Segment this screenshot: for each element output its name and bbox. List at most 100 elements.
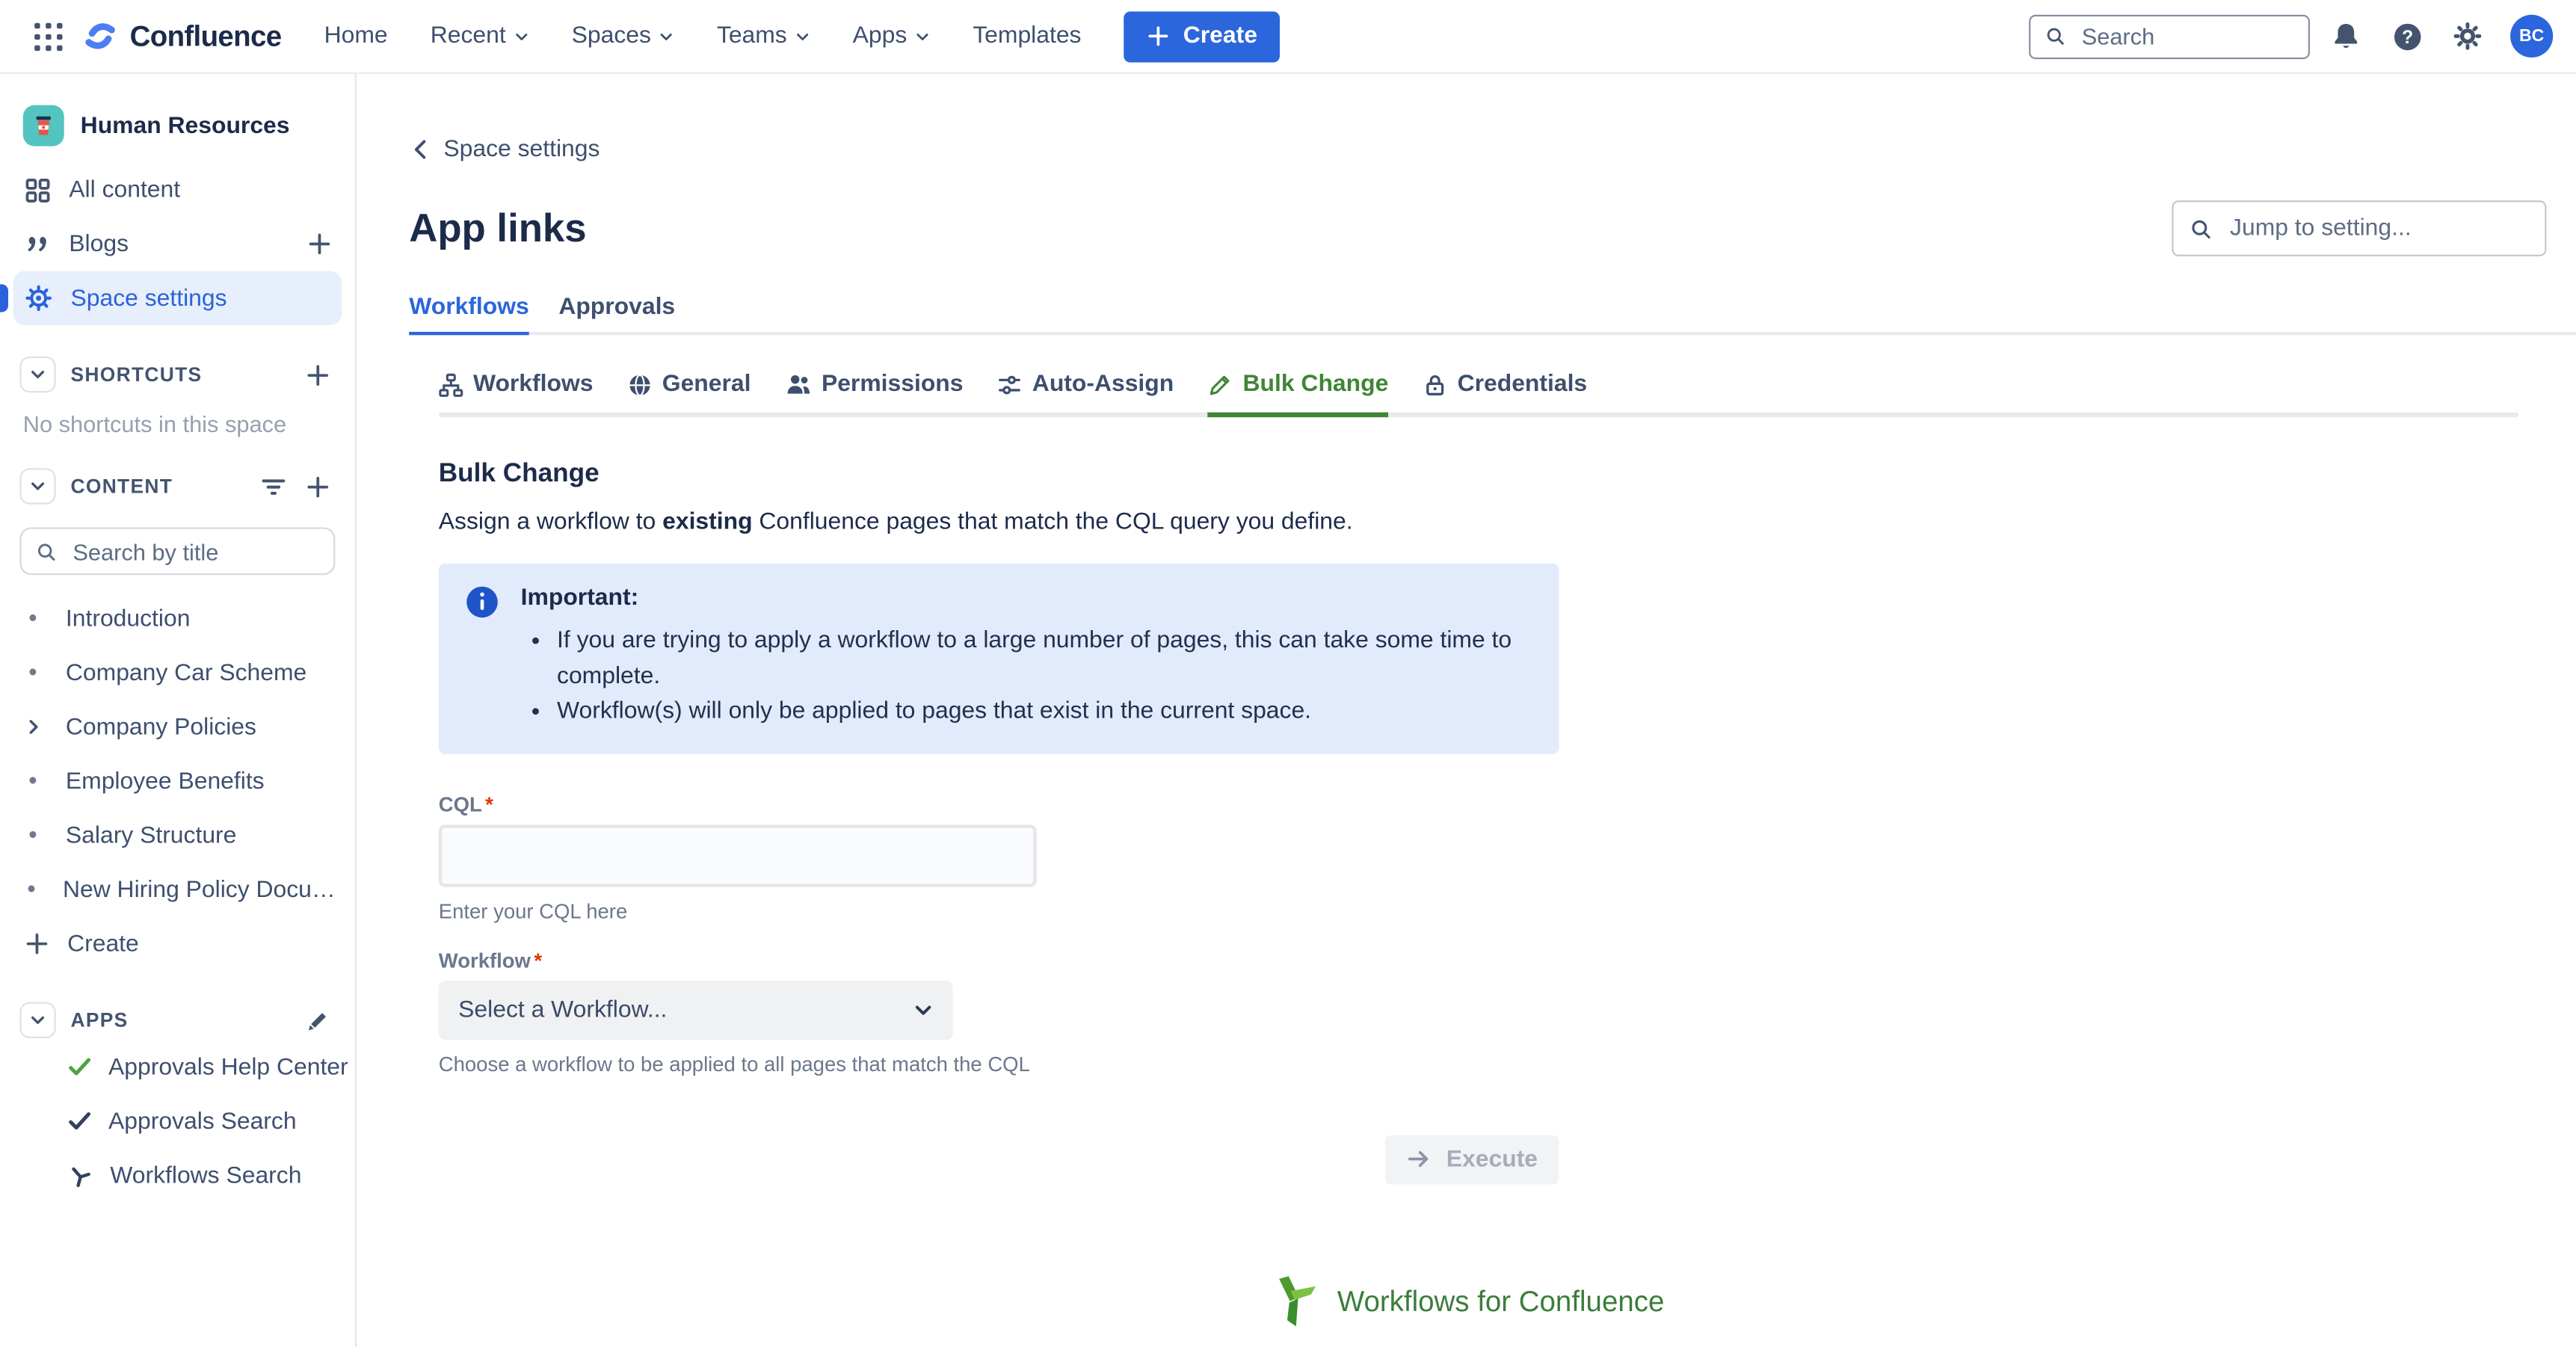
- cql-helper-text: Enter your CQL here: [439, 899, 2518, 922]
- chevron-down-icon: [30, 1012, 46, 1029]
- subtab-permissions[interactable]: Permissions: [786, 372, 964, 418]
- bullet-icon: •: [27, 878, 36, 902]
- filter-content-button[interactable]: [261, 474, 286, 499]
- cql-label: CQL*: [439, 792, 2518, 816]
- help-button[interactable]: ?: [2382, 11, 2432, 61]
- filter-icon: [261, 474, 286, 499]
- page-tree-item[interactable]: • Company Car Scheme: [0, 646, 355, 700]
- check-icon: [67, 1109, 92, 1133]
- page-tree-item[interactable]: • Employee Benefits: [0, 754, 355, 809]
- pencil-icon: [1208, 372, 1233, 397]
- search-icon: [2045, 25, 2065, 48]
- chevron-down-icon: [30, 478, 46, 495]
- sidebar-item-space-settings[interactable]: Space settings: [13, 271, 342, 326]
- sidebar-app-workflows-search[interactable]: Workflows Search: [0, 1148, 355, 1203]
- tab-approvals[interactable]: Approvals: [558, 294, 675, 335]
- space-header[interactable]: Human Resources: [0, 105, 355, 147]
- apps-section-header: APPS: [0, 1000, 355, 1040]
- page-tree-item[interactable]: • Introduction: [0, 591, 355, 646]
- space-name: Human Resources: [81, 113, 290, 139]
- nav-templates[interactable]: Templates: [973, 23, 1081, 49]
- subtab-general[interactable]: General: [628, 372, 751, 418]
- page-tree-item[interactable]: Company Policies: [0, 700, 355, 754]
- page-tree-item[interactable]: • New Hiring Policy Docum...: [0, 863, 355, 917]
- execute-button[interactable]: Execute: [1385, 1135, 1559, 1184]
- subtab-bulk-change[interactable]: Bulk Change: [1208, 372, 1388, 418]
- workflow-select[interactable]: Select a Workflow...: [439, 980, 953, 1039]
- jump-to-setting-input[interactable]: [2227, 214, 2529, 244]
- selected-indicator: [0, 284, 7, 312]
- info-icon: [465, 585, 499, 619]
- tabs-divider: [409, 331, 2576, 335]
- subtab-auto-assign[interactable]: Auto-Assign: [998, 372, 1174, 418]
- jump-to-setting-search[interactable]: [2172, 200, 2546, 256]
- confluence-logo[interactable]: Confluence: [82, 18, 282, 54]
- app-switcher-button[interactable]: [23, 11, 73, 61]
- nav-apps[interactable]: Apps: [853, 23, 930, 49]
- subtab-workflows[interactable]: Workflows: [439, 372, 594, 418]
- sidebar-create-page[interactable]: Create: [0, 916, 355, 971]
- notifications-button[interactable]: [2321, 11, 2370, 61]
- topbar-right-cluster: ? BC: [2029, 11, 2553, 61]
- bell-icon: [2332, 22, 2361, 52]
- nav-teams[interactable]: Teams: [717, 23, 810, 49]
- cql-input[interactable]: [439, 824, 1037, 887]
- main-content: Space settings App links Workflows Appro…: [357, 74, 2576, 1347]
- bullet-icon: •: [28, 769, 37, 794]
- globe-icon: [628, 372, 653, 397]
- settings-button[interactable]: [2443, 11, 2492, 61]
- global-search-input[interactable]: [2078, 22, 2293, 52]
- tab-workflows[interactable]: Workflows: [409, 294, 529, 335]
- space-nav: All content Blogs: [0, 163, 355, 326]
- page-tree-item[interactable]: • Salary Structure: [0, 808, 355, 863]
- user-avatar[interactable]: BC: [2510, 15, 2553, 58]
- app-links-tabs: Workflows Approvals: [409, 294, 2523, 335]
- search-icon: [36, 540, 56, 563]
- add-shortcut-button[interactable]: [306, 363, 330, 387]
- pencil-icon: [306, 1008, 330, 1032]
- info-title: Important:: [521, 585, 1533, 611]
- collapse-content-button[interactable]: [19, 468, 55, 504]
- collapse-shortcuts-button[interactable]: [19, 357, 55, 392]
- content-search-input[interactable]: [70, 537, 318, 567]
- edit-apps-button[interactable]: [306, 1008, 330, 1032]
- sitemap-icon: [439, 372, 463, 397]
- chevron-right-icon[interactable]: [24, 718, 42, 736]
- plus-icon: [306, 474, 330, 499]
- space-avatar: [23, 105, 64, 147]
- info-bullet: Workflow(s) will only be applied to page…: [557, 695, 1532, 730]
- content-search[interactable]: [19, 527, 335, 575]
- sidebar-item-blogs[interactable]: Blogs: [0, 217, 355, 271]
- nav-home[interactable]: Home: [324, 23, 388, 49]
- quote-icon: [25, 231, 51, 257]
- workflow-mark-icon: [67, 1162, 93, 1189]
- nav-spaces[interactable]: Spaces: [572, 23, 674, 49]
- confluence-app: Confluence Home Recent Spaces Teams Apps…: [0, 0, 2576, 1347]
- global-search[interactable]: [2029, 14, 2310, 58]
- plus-icon: [307, 232, 332, 256]
- required-asterisk: *: [534, 949, 542, 972]
- collapse-apps-button[interactable]: [19, 1002, 55, 1038]
- shortcuts-section-header: SHORTCUTS: [0, 355, 355, 395]
- chevron-left-icon: [409, 138, 432, 161]
- info-bullet: If you are trying to apply a workflow to…: [557, 624, 1532, 695]
- sidebar-app-approvals-help-center[interactable]: Approvals Help Center: [0, 1040, 355, 1094]
- chevron-down-icon: [795, 28, 810, 43]
- sidebar-app-approvals-search[interactable]: Approvals Search: [0, 1094, 355, 1149]
- arrow-right-icon: [1407, 1147, 1432, 1171]
- nav-recent[interactable]: Recent: [431, 23, 529, 49]
- create-button[interactable]: Create: [1124, 10, 1281, 61]
- bullet-icon: •: [28, 606, 37, 631]
- add-blog-button[interactable]: [307, 232, 332, 256]
- plus-icon: [306, 363, 330, 387]
- important-info-panel: Important: If you are trying to apply a …: [439, 564, 1559, 753]
- search-icon: [2190, 216, 2212, 241]
- breadcrumb[interactable]: Space settings: [409, 136, 600, 162]
- check-icon: [67, 1055, 92, 1079]
- add-content-button[interactable]: [306, 474, 330, 499]
- sidebar-item-all-content[interactable]: All content: [0, 163, 355, 218]
- coffee-cup-icon: [31, 114, 56, 138]
- subtab-credentials[interactable]: Credentials: [1423, 372, 1587, 418]
- app-grid-icon: [32, 20, 64, 52]
- workflow-subtabs: Workflows General Permissions: [439, 372, 2518, 418]
